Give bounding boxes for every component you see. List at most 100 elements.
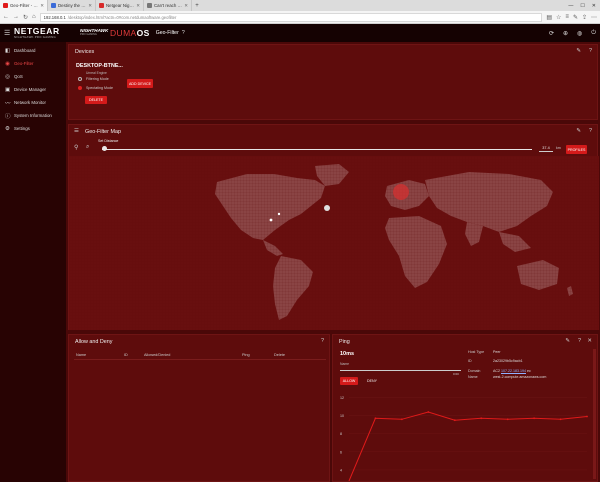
menu-icon[interactable]: ☰ — [74, 128, 79, 134]
back-icon[interactable]: ← — [3, 14, 9, 20]
sidebar-item-device-manager[interactable]: ▣ Device Manager — [0, 83, 66, 96]
world-map[interactable] — [69, 156, 599, 330]
minimize-icon[interactable]: — — [568, 3, 573, 9]
maximize-icon[interactable]: ☐ — [580, 3, 584, 9]
tab-label: Can't reach this page — [154, 3, 182, 8]
id-value: 2a23029b5c9acb1 — [493, 359, 523, 363]
hamburger-menu-icon[interactable]: ☰ — [4, 29, 14, 37]
domain-ip-link[interactable]: 107.22.183.194 — [501, 369, 526, 373]
pin-icon[interactable]: ✎ — [576, 48, 581, 54]
device-name: DESKTOP-BTNE... — [76, 63, 123, 69]
ping-chart: 12 10 8 6 4 — [340, 396, 588, 481]
pin-icon[interactable]: ✎ — [565, 338, 570, 344]
sidebar-item-label: Settings — [14, 126, 30, 131]
refresh-page-icon[interactable]: ⟳ — [549, 30, 554, 37]
favorite-star-icon[interactable]: ☆ — [556, 14, 561, 21]
browser-tab[interactable]: Destiny the Game | Gratis p ✕ — [48, 0, 96, 11]
sidebar-item-qos[interactable]: ◎ QoS — [0, 70, 66, 83]
more-icon[interactable]: ⋯ — [591, 14, 597, 21]
distance-slider[interactable] — [102, 149, 532, 150]
share-icon[interactable]: ⇪ — [582, 14, 587, 21]
sidebar-item-dashboard[interactable]: ◧ Dashboard — [0, 44, 66, 57]
language-globe-icon[interactable]: ⊕ — [563, 30, 568, 37]
name-label: Name — [340, 362, 350, 366]
column-header: Name — [76, 353, 87, 357]
power-icon[interactable]: ⏻ — [591, 30, 596, 37]
qos-icon: ◎ — [5, 73, 10, 80]
distance-unit: km — [556, 146, 561, 150]
delete-button[interactable]: DELETE — [85, 96, 107, 104]
panel-title: Allow and Deny — [75, 339, 113, 345]
name-value: west-2.compute.amazonaws.com — [493, 375, 547, 379]
forward-icon[interactable]: → — [13, 14, 19, 20]
close-window-icon[interactable]: ✕ — [592, 3, 596, 9]
browser-tab[interactable]: Can't reach this page ✕ — [144, 0, 192, 11]
address-bar: ← → ↻ ⌂ 192.168.0.1/desktop/index.html?a… — [0, 11, 600, 24]
help-icon[interactable]: ? — [182, 30, 185, 36]
ping-data-point — [586, 415, 588, 418]
notes-icon[interactable]: ✎ — [573, 14, 578, 21]
slider-tick: 0:00 — [453, 372, 459, 376]
dashboard-icon: ◧ — [5, 47, 11, 54]
allow-button[interactable]: ALLOW — [340, 377, 358, 385]
dumaos-logo: DUMAOS — [110, 28, 150, 38]
y-tick-label: 4 — [340, 468, 342, 472]
sidebar-item-settings[interactable]: ⚙ Settings — [0, 122, 66, 135]
radio-on-icon — [78, 86, 82, 90]
sidebar-item-label: System Information — [14, 113, 52, 118]
y-tick-label: 12 — [340, 396, 344, 400]
sidebar-item-label: QoS — [14, 74, 23, 79]
new-tab-button[interactable]: + — [192, 0, 202, 11]
server-dot[interactable] — [277, 212, 281, 216]
geo-filter-icon: ◉ — [5, 60, 10, 67]
distance-slider-handle[interactable] — [102, 146, 107, 151]
filtering-mode-radio[interactable]: Filtering Mode — [78, 77, 109, 81]
url-field[interactable]: 192.168.0.1/desktop/index.html?actn=0#co… — [39, 12, 543, 22]
server-dot[interactable] — [269, 218, 273, 222]
refresh-icon[interactable]: ↻ — [23, 14, 28, 21]
close-tab-icon[interactable]: ✕ — [40, 3, 44, 9]
help-icon[interactable]: ? — [578, 338, 581, 344]
page-title: Geo-Filter — [155, 30, 179, 36]
hub-icon[interactable]: ≡ — [565, 14, 569, 20]
home-icon[interactable]: ⌂ — [32, 14, 36, 20]
deny-button[interactable]: DENY — [363, 377, 381, 385]
close-tab-icon[interactable]: ✕ — [136, 3, 140, 9]
profiles-button[interactable]: PROFILES — [566, 145, 587, 154]
reading-view-icon[interactable]: ▤ — [546, 14, 552, 21]
location-pin-icon[interactable]: ⚲ — [74, 144, 78, 151]
pin-icon[interactable]: ✎ — [576, 128, 581, 134]
browser-tab-bar: Geo-Filter - DumaOS ✕ Destiny the Game |… — [0, 0, 600, 11]
add-device-button[interactable]: ADD DEVICE — [127, 79, 153, 88]
sidebar-item-network-monitor[interactable]: 〰 Network Monitor — [0, 96, 66, 109]
scrollbar[interactable] — [593, 349, 596, 479]
sidebar-item-geo-filter[interactable]: ◉ Geo-Filter — [0, 57, 66, 70]
close-icon[interactable]: ✕ — [587, 338, 592, 344]
ping-data-point — [401, 418, 403, 421]
home-location-marker-icon[interactable] — [324, 205, 330, 211]
name-value-label: Name — [468, 375, 478, 379]
distance-input[interactable]: 37.4 — [539, 146, 553, 152]
user-icon[interactable]: ◍ — [577, 30, 582, 37]
close-tab-icon[interactable]: ✕ — [88, 3, 92, 9]
browser-tab[interactable]: Netgear Nighthawk Pro XR ✕ — [96, 0, 144, 11]
zoom-search-icon[interactable]: ⌕ — [86, 144, 89, 151]
sidebar-item-system-information[interactable]: ⓘ System Information — [0, 109, 66, 122]
ping-name-slider[interactable] — [340, 370, 461, 371]
help-icon[interactable]: ? — [589, 128, 592, 134]
domain-label: Domain — [468, 369, 481, 373]
help-icon[interactable]: ? — [321, 338, 324, 344]
tab-favicon-icon — [99, 3, 104, 8]
geo-filter-map-panel: ☰ Geo-Filter Map ✎ ? ⚲ ⌕ Set Distance 37… — [68, 124, 599, 330]
tab-favicon-icon — [51, 3, 56, 8]
system-information-icon: ⓘ — [5, 113, 11, 120]
sidebar-item-label: Geo-Filter — [14, 61, 34, 66]
spectating-mode-radio[interactable]: Spectating Mode — [78, 86, 113, 90]
ping-value: 10ms — [340, 351, 355, 357]
browser-tab[interactable]: Geo-Filter - DumaOS ✕ — [0, 0, 48, 11]
close-tab-icon[interactable]: ✕ — [184, 3, 188, 9]
help-icon[interactable]: ? — [589, 48, 592, 54]
y-tick-label: 10 — [340, 414, 344, 418]
allow-deny-table-header: Name ID Allowed/Denied Ping Delete — [74, 353, 326, 360]
tab-label: Destiny the Game | Gratis p — [58, 3, 86, 8]
